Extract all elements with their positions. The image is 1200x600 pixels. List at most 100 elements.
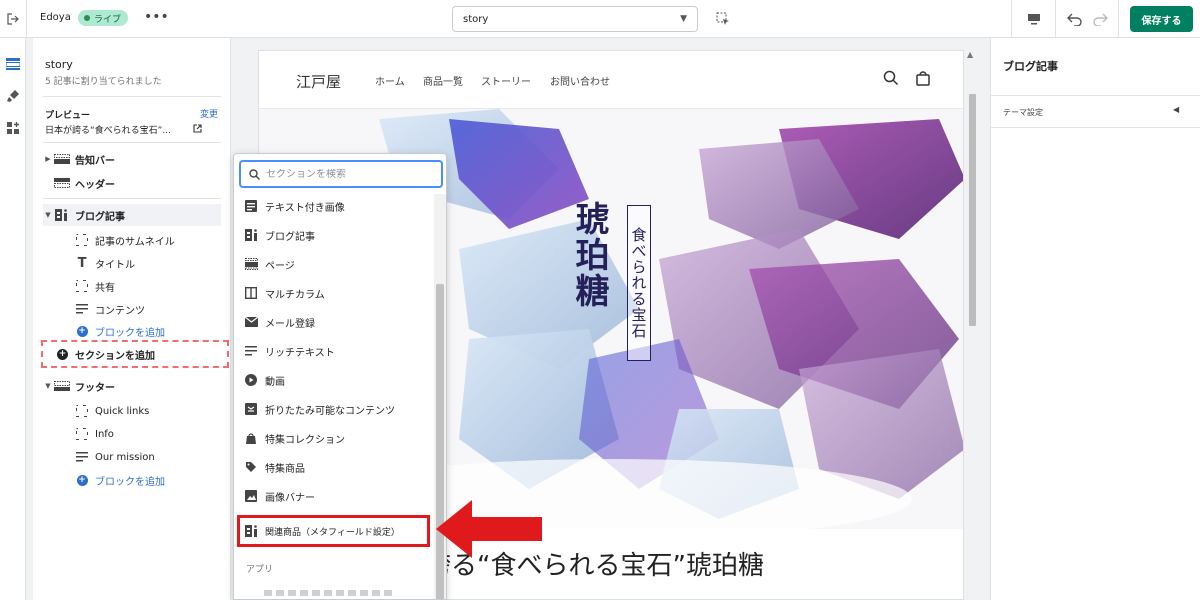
caret-right-icon[interactable]: ▶ xyxy=(43,155,53,163)
caret-left-icon[interactable]: ◀ xyxy=(1173,105,1179,114)
section-option-label: 特集コレクション xyxy=(265,434,345,446)
inspector-button[interactable] xyxy=(712,8,734,30)
brush-icon xyxy=(7,90,19,102)
theme-settings-link[interactable]: テーマ設定 xyxy=(1003,107,1043,118)
dashed-square-icon xyxy=(73,404,91,418)
hero-subtitle: 食べられる宝石 xyxy=(627,205,651,361)
template-select[interactable]: story ▼ xyxy=(452,6,698,32)
save-button[interactable]: 保存する xyxy=(1130,6,1193,32)
dashed-square-icon xyxy=(73,279,91,293)
template-assignment-count: 5 記事に割り当てられました xyxy=(45,77,162,87)
nav-link-home[interactable]: ホーム xyxy=(375,73,405,88)
store-name: Edoya xyxy=(40,12,71,23)
section-option-image-with-text[interactable]: テキスト付き画像 xyxy=(244,194,432,218)
search-icon[interactable] xyxy=(883,70,899,89)
preview-article-title: 日本が誇る“食べられる宝石”... xyxy=(45,126,171,136)
nav-link-contact[interactable]: お問い合わせ xyxy=(550,73,610,88)
hero-title: 琥珀糖 xyxy=(569,201,609,309)
add-section-button[interactable]: + セクションを追加 xyxy=(41,340,229,368)
collapsible-icon xyxy=(244,402,258,416)
settings-panel-title: ブログ記事 xyxy=(1003,60,1058,73)
section-label: 告知バー xyxy=(75,155,115,167)
divider xyxy=(1011,0,1012,38)
section-option-multicolumn[interactable]: マルチカラム xyxy=(244,281,432,305)
search-icon xyxy=(249,168,260,180)
block-our-mission[interactable]: Our mission xyxy=(43,446,221,468)
caret-down-icon[interactable]: ▼ xyxy=(43,382,53,390)
plus-circle-icon: + xyxy=(76,474,88,486)
section-blog-post[interactable]: ▼ ブログ記事 xyxy=(43,204,221,226)
section-option-label: メール登録 xyxy=(265,318,315,330)
block-label: Quick links xyxy=(95,405,150,417)
redo-icon xyxy=(1093,13,1108,26)
undo-button[interactable] xyxy=(1064,7,1086,31)
blog-icon xyxy=(244,228,258,242)
device-preview-button[interactable] xyxy=(1022,8,1046,30)
rail-theme-settings-button[interactable] xyxy=(3,86,23,106)
block-title[interactable]: T タイトル xyxy=(43,252,221,274)
select-cursor-icon xyxy=(716,12,729,25)
divider xyxy=(991,127,1200,128)
section-option-image-banner[interactable]: 画像バナー xyxy=(244,484,432,508)
nav-link-products[interactable]: 商品一覧 xyxy=(423,73,463,88)
section-option-email-signup[interactable]: メール登録 xyxy=(244,310,432,334)
section-option-rich-text[interactable]: リッチテキスト xyxy=(244,339,432,363)
rail-sections-button[interactable] xyxy=(3,54,23,74)
divider xyxy=(43,198,221,199)
block-article-thumbnail[interactable]: 記事のサムネイル xyxy=(43,229,221,251)
external-link-icon[interactable] xyxy=(193,123,202,136)
rail-apps-button[interactable] xyxy=(3,118,23,138)
block-share[interactable]: 共有 xyxy=(43,275,221,297)
plus-circle-icon: + xyxy=(57,348,68,360)
cart-icon[interactable] xyxy=(915,70,931,89)
blog-icon xyxy=(244,524,258,538)
section-footer[interactable]: ▼ フッター xyxy=(43,375,221,397)
section-option-video[interactable]: 動画 xyxy=(244,368,432,392)
apps-icon xyxy=(7,122,19,134)
dashed-square-icon xyxy=(73,233,91,247)
section-label: ヘッダー xyxy=(75,179,115,191)
section-option-featured-product[interactable]: 特集商品 xyxy=(244,455,432,479)
section-option-collapsible-content[interactable]: 折りたたみ可能なコンテンツ xyxy=(244,397,432,421)
preview-scrollbar-thumb[interactable] xyxy=(969,94,976,326)
more-actions-button[interactable]: ••• xyxy=(144,7,169,29)
blog-icon xyxy=(53,208,71,222)
section-header[interactable]: ヘッダー xyxy=(43,172,221,194)
block-info[interactable]: Info xyxy=(43,423,221,445)
block-label: Our mission xyxy=(95,451,155,463)
caret-down-icon: ▼ xyxy=(680,14,687,24)
play-icon xyxy=(244,373,258,387)
announcement-bar-icon xyxy=(53,152,71,166)
redo-button[interactable] xyxy=(1089,7,1111,31)
section-option-blog-posts[interactable]: ブログ記事 xyxy=(244,223,432,247)
section-option-label: リッチテキスト xyxy=(265,347,335,359)
section-search-field[interactable] xyxy=(239,160,443,188)
undo-icon xyxy=(1067,13,1082,26)
red-arrow-icon xyxy=(436,500,542,558)
section-search-input[interactable] xyxy=(266,168,426,180)
preview-scrollbar[interactable]: ▲ xyxy=(964,50,978,600)
truncated-list-item xyxy=(264,590,394,596)
section-option-related-products-metafield[interactable]: 関連商品（メタフィールド設定） xyxy=(237,515,430,547)
divider xyxy=(43,96,221,97)
caret-down-icon[interactable]: ▼ xyxy=(43,211,53,219)
section-option-featured-collection[interactable]: 特集コレクション xyxy=(244,426,432,450)
add-block-label: ブロックを追加 xyxy=(95,476,165,488)
section-option-page[interactable]: ページ xyxy=(244,252,432,276)
columns-icon xyxy=(244,286,258,300)
block-label: Info xyxy=(95,428,114,440)
nav-link-story[interactable]: ストーリー xyxy=(481,73,531,88)
block-content[interactable]: コンテンツ xyxy=(43,298,221,320)
block-label: 共有 xyxy=(95,282,115,294)
dashed-square-icon xyxy=(73,427,91,441)
store-logo[interactable]: 江戸屋 xyxy=(296,71,341,92)
change-preview-link[interactable]: 変更 xyxy=(200,107,218,120)
section-announcement-bar[interactable]: ▶ 告知バー xyxy=(43,148,221,170)
exit-button[interactable] xyxy=(0,0,26,38)
scroll-up-icon[interactable]: ▲ xyxy=(967,50,973,59)
add-block-button[interactable]: + ブロックを追加 xyxy=(43,320,221,342)
add-section-label: セクションを追加 xyxy=(75,350,155,362)
block-quick-links[interactable]: Quick links xyxy=(43,400,221,422)
block-label: 記事のサムネイル xyxy=(95,236,175,248)
add-block-button[interactable]: + ブロックを追加 xyxy=(43,469,221,491)
